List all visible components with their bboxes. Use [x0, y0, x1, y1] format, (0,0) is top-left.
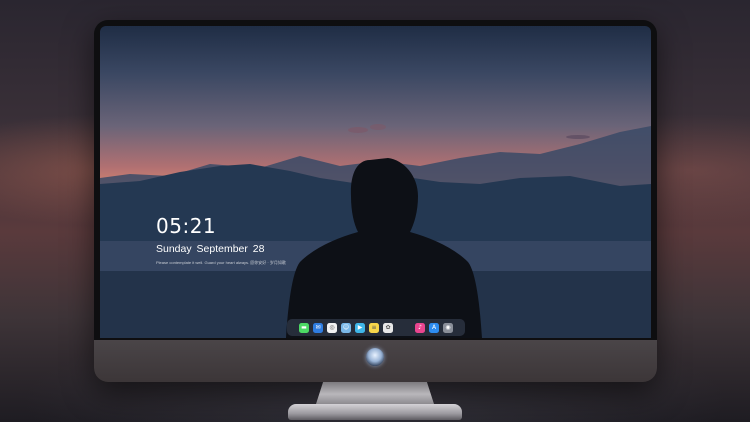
messages-icon[interactable]: ▬: [299, 322, 309, 333]
monitor-stand-neck: [316, 382, 434, 404]
dock: ▬ ✉ ◎ ☺ ▶ ≡ ✿ ♪ A ◉: [287, 319, 465, 336]
photos-icon[interactable]: ✿: [383, 322, 393, 333]
mail-icon[interactable]: ✉: [313, 322, 323, 333]
cloud: [370, 124, 386, 130]
logo-icon: [366, 348, 384, 366]
notes-icon[interactable]: ≡: [369, 322, 379, 333]
lock-screen-quote: Please contemplate it well. Guard your h…: [156, 260, 286, 265]
monitor: 05:21 Sunday September 28 Please contemp…: [94, 20, 657, 382]
clapper-icon[interactable]: ▶: [355, 322, 365, 333]
monitor-chin: [94, 340, 657, 382]
cloud: [566, 135, 590, 139]
lock-screen-date: Sunday September 28: [156, 243, 265, 255]
app-store-icon[interactable]: A: [429, 322, 439, 333]
safari-icon[interactable]: ◎: [327, 322, 337, 333]
cloud: [348, 127, 368, 133]
lock-screen[interactable]: 05:21 Sunday September 28 Please contemp…: [100, 26, 651, 338]
camera-icon[interactable]: ◉: [443, 322, 453, 333]
wallpaper: [100, 124, 651, 338]
music-icon[interactable]: ♪: [415, 322, 425, 333]
monitor-stand-base: [288, 404, 462, 420]
dock-spacer: [397, 323, 411, 333]
lock-screen-clock: 05:21: [156, 214, 217, 238]
finder-icon[interactable]: ☺: [341, 322, 351, 333]
